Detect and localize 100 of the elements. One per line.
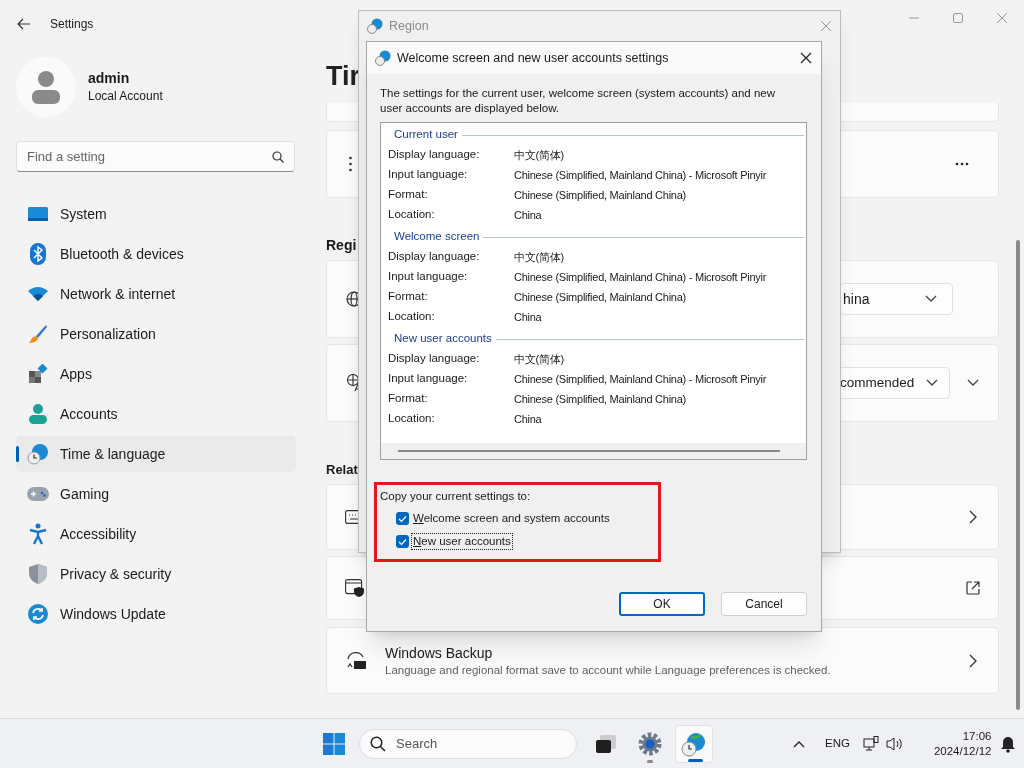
field-label: Display language: xyxy=(388,249,481,265)
backup-icon xyxy=(345,650,367,671)
checkbox[interactable] xyxy=(396,512,409,525)
nav-item[interactable]: System xyxy=(16,196,296,232)
field-value: Chinese (Simplified, Mainland China) xyxy=(514,187,686,203)
dialog-title: Region xyxy=(389,17,429,35)
scrollbar[interactable] xyxy=(1016,240,1020,710)
field-label: Input language: xyxy=(388,269,469,285)
field-value: Chinese (Simplified, Mainland China) xyxy=(514,289,686,305)
paintbrush-icon xyxy=(28,324,48,344)
gear-icon xyxy=(638,731,662,756)
field-label: Input language: xyxy=(388,167,469,183)
card-title: Windows Backup xyxy=(385,643,494,662)
dropdown[interactable]: hina xyxy=(840,283,953,315)
speaker-icon[interactable] xyxy=(885,735,904,752)
back-arrow-icon[interactable] xyxy=(17,18,31,30)
field-value: Chinese (Simplified, Mainland China) - Microsoft Pinyir xyxy=(514,269,767,285)
field-label: Format: xyxy=(388,289,429,305)
card-description: Language and regional format save to account while Language preferences is checked. xyxy=(385,662,832,678)
task-view-icon xyxy=(595,733,617,754)
field-value: China xyxy=(514,411,542,427)
chevron-down-icon xyxy=(966,378,980,388)
globe-clock-icon xyxy=(375,50,391,66)
intro-text: The settings for the current user, welcome screen (system accounts) and new user accounts are displayed below. xyxy=(380,86,776,116)
clock-date[interactable]: 2024/12/12 xyxy=(933,743,992,759)
group-heading: Current user xyxy=(394,127,458,143)
search-field[interactable]: Find a setting xyxy=(16,141,295,172)
accessibility-icon xyxy=(29,523,47,545)
globe-clock-icon xyxy=(27,443,49,465)
update-icon xyxy=(28,604,48,624)
drag-handle-icon xyxy=(349,156,355,172)
globe-clock-icon xyxy=(681,730,707,757)
setting-card[interactable]: Windows Backup Language and regional format save to account while Language preferences is checked. xyxy=(326,627,999,694)
nav-item[interactable]: Gaming xyxy=(16,476,296,512)
nav-item[interactable]: Accessibility xyxy=(16,516,296,552)
chevron-up-icon[interactable] xyxy=(793,739,805,748)
nav-item[interactable]: Personalization xyxy=(16,316,296,352)
more-icon[interactable] xyxy=(955,162,969,166)
group-heading: Welcome screen xyxy=(394,229,480,245)
window-shield-icon xyxy=(345,579,365,597)
chevron-right-icon xyxy=(968,509,978,525)
taskbar-search[interactable]: Search xyxy=(359,728,577,759)
checkbox-option[interactable]: New user accounts xyxy=(396,533,658,550)
field-value: 中文(简体) xyxy=(514,249,564,265)
group-heading: New user accounts xyxy=(394,331,492,347)
nav-item[interactable]: Network & internet xyxy=(16,276,296,312)
search-icon xyxy=(370,735,386,752)
chevron-right-icon xyxy=(968,652,978,669)
search-icon xyxy=(272,150,284,163)
close-icon[interactable] xyxy=(800,52,812,64)
field-value: Chinese (Simplified, Mainland China) - Microsoft Pinyir xyxy=(514,167,767,183)
shield-icon xyxy=(29,564,47,584)
page-title: Tir xyxy=(326,60,360,93)
chevron-down-icon xyxy=(924,294,938,304)
field-value: China xyxy=(514,207,542,223)
input-language[interactable]: ENG xyxy=(825,734,850,753)
field-value: 中文(简体) xyxy=(514,147,564,163)
bluetooth-icon xyxy=(30,243,46,265)
selection-indicator xyxy=(16,446,19,462)
field-label: Location: xyxy=(388,207,436,223)
dialog-button[interactable]: Cancel xyxy=(721,592,807,616)
person-icon xyxy=(29,404,47,424)
field-value: 中文(简体) xyxy=(514,351,564,367)
gamepad-icon xyxy=(27,487,49,501)
nav-item[interactable]: Privacy & security xyxy=(16,556,296,592)
field-label: Format: xyxy=(388,391,429,407)
field-value: Chinese (Simplified, Mainland China) xyxy=(514,391,686,407)
nav-item[interactable]: Bluetooth & devices xyxy=(16,236,296,272)
apps-icon xyxy=(28,364,48,384)
nav-item[interactable]: Apps xyxy=(16,356,296,392)
account-type: Local Account xyxy=(88,88,163,105)
horizontal-scrollbar[interactable] xyxy=(381,443,806,459)
field-value: Chinese (Simplified, Mainland China) - Microsoft Pinyir xyxy=(514,371,767,387)
nav-item[interactable]: Accounts xyxy=(16,396,296,432)
nav-item[interactable]: Windows Update xyxy=(16,596,296,632)
user-name: admin xyxy=(88,69,131,87)
clock-time[interactable]: 17:06 xyxy=(962,728,992,744)
taskbar-app[interactable] xyxy=(675,724,713,763)
field-label: Display language: xyxy=(388,147,481,163)
copy-label: Copy your current settings to: xyxy=(380,489,532,504)
network-icon[interactable] xyxy=(862,735,879,752)
dialog-button[interactable]: OK xyxy=(619,592,705,616)
chevron-down-icon xyxy=(925,378,939,388)
start-icon[interactable] xyxy=(323,732,345,755)
dialog-title: Welcome screen and new user accounts settings xyxy=(397,49,669,67)
section-heading: Relat xyxy=(326,462,358,477)
field-label: Display language: xyxy=(388,351,481,367)
checkbox[interactable] xyxy=(396,535,409,548)
notification-icon[interactable] xyxy=(1000,734,1017,753)
nav-item[interactable]: Time & language xyxy=(16,436,296,472)
field-label: Format: xyxy=(388,187,429,203)
field-value: China xyxy=(514,309,542,325)
external-link-icon[interactable] xyxy=(966,581,980,595)
field-label: Input language: xyxy=(388,371,469,387)
section-heading: Regi xyxy=(326,237,357,253)
field-label: Location: xyxy=(388,309,436,325)
wifi-icon xyxy=(28,286,48,302)
checkbox-option[interactable]: Welcome screen and system accounts xyxy=(396,510,658,527)
field-label: Location: xyxy=(388,411,436,427)
globe-clock-icon xyxy=(367,18,383,34)
